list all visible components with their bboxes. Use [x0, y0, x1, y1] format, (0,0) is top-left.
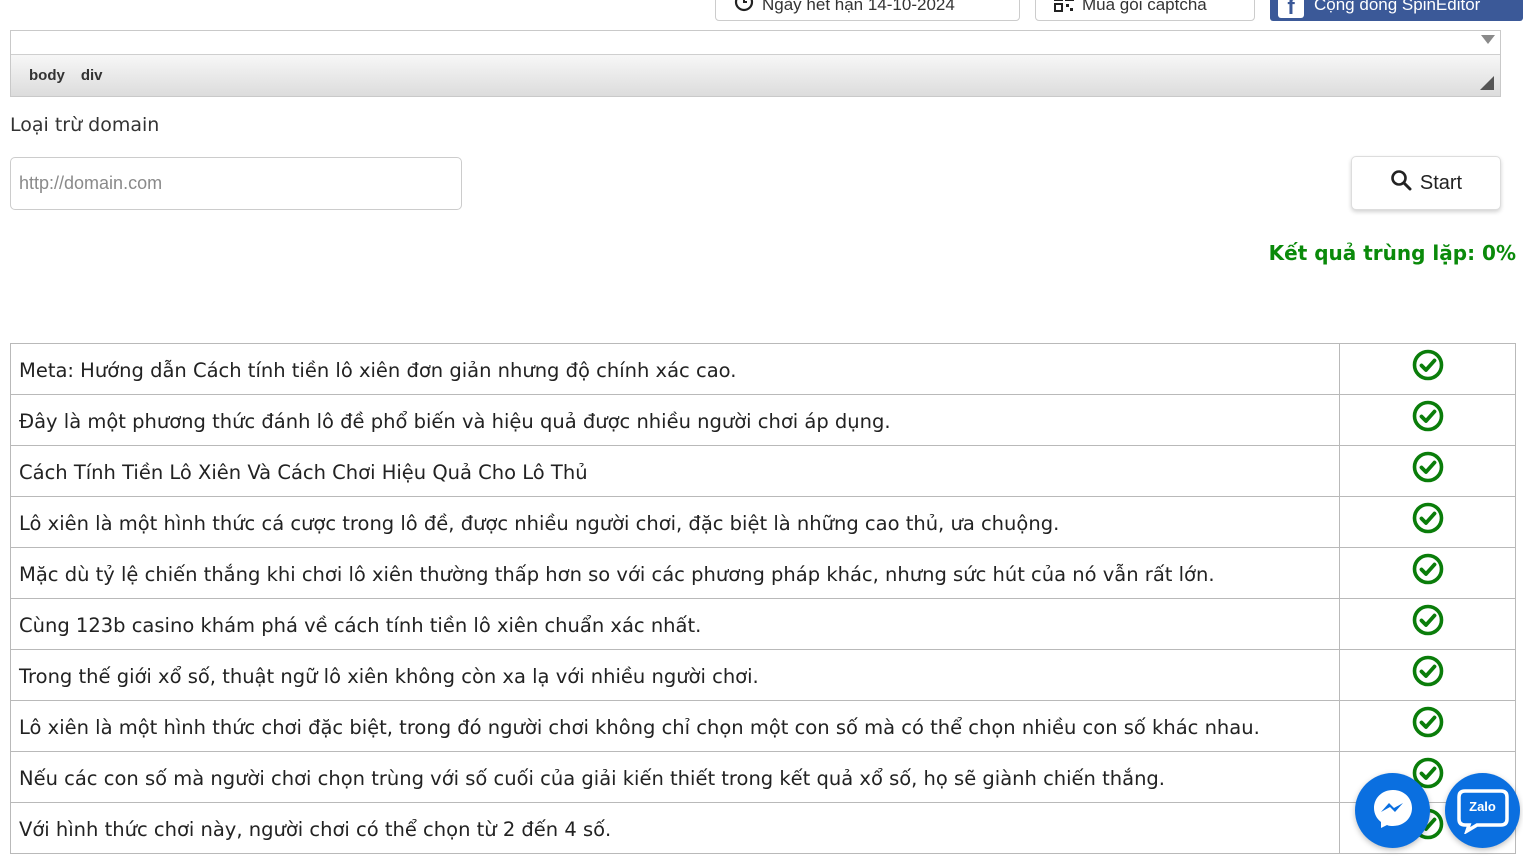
start-label: Start — [1419, 171, 1463, 194]
check-circle-icon — [1412, 451, 1444, 488]
sentence-cell: Đây là một phương thức đánh lô đề phổ bi… — [10, 394, 1340, 446]
start-button[interactable]: Start — [1351, 156, 1501, 210]
search-icon — [1390, 169, 1412, 197]
path-item-body[interactable]: body — [29, 67, 65, 84]
table-row: Trong thế giới xổ số, thuật ngữ lô xiên … — [10, 649, 1516, 701]
expiry-date-label: Ngày hết hạn 14-10-2024 — [762, 0, 955, 14]
table-row: Với hình thức chơi này, người chơi có th… — [10, 802, 1516, 854]
zalo-text: Zalo — [1469, 798, 1496, 814]
zalo-icon: Zalo — [1456, 788, 1509, 834]
check-circle-icon — [1412, 604, 1444, 641]
table-row: Cách Tính Tiền Lô Xiên Và Cách Chơi Hiệu… — [10, 445, 1516, 497]
duplicate-result: Kết quả trùng lặp: 0% — [1268, 241, 1516, 265]
sentence-cell: Trong thế giới xổ số, thuật ngữ lô xiên … — [10, 649, 1340, 701]
zalo-button[interactable]: Zalo — [1445, 773, 1520, 848]
status-cell — [1339, 343, 1516, 395]
sentence-cell: Cùng 123b casino khám phá về cách tính t… — [10, 598, 1340, 650]
resize-grip-icon[interactable] — [1480, 76, 1494, 90]
expiry-date-button[interactable]: Ngày hết hạn 14-10-2024 — [715, 0, 1020, 21]
editor-element-path: body div — [11, 54, 1500, 96]
status-cell — [1339, 598, 1516, 650]
status-cell — [1339, 547, 1516, 599]
scroll-down-arrow-icon[interactable] — [1481, 35, 1495, 44]
check-circle-icon — [1412, 349, 1444, 386]
table-row: Cùng 123b casino khám phá về cách tính t… — [10, 598, 1516, 650]
status-cell — [1339, 445, 1516, 497]
check-circle-icon — [1412, 655, 1444, 692]
check-circle-icon — [1412, 706, 1444, 743]
facebook-icon: f — [1278, 0, 1304, 18]
community-button[interactable]: f Cộng đồng SpinEditor — [1270, 0, 1523, 21]
status-cell — [1339, 394, 1516, 446]
results-table: Meta: Hướng dẫn Cách tính tiền lô xiên đ… — [10, 343, 1516, 854]
sentence-cell: Meta: Hướng dẫn Cách tính tiền lô xiên đ… — [10, 343, 1340, 395]
table-row: Nếu các con số mà người chơi chọn trùng … — [10, 751, 1516, 803]
buy-captcha-button[interactable]: Mua gói captcha — [1035, 0, 1255, 21]
check-circle-icon — [1412, 502, 1444, 539]
status-cell — [1339, 496, 1516, 548]
sentence-cell: Cách Tính Tiền Lô Xiên Và Cách Chơi Hiệu… — [10, 445, 1340, 497]
sentence-cell: Lô xiên là một hình thức cá cược trong l… — [10, 496, 1340, 548]
check-circle-icon — [1412, 400, 1444, 437]
table-row: Lô xiên là một hình thức chơi đặc biệt, … — [10, 700, 1516, 752]
status-cell — [1339, 700, 1516, 752]
community-label: Cộng đồng SpinEditor — [1314, 0, 1481, 14]
sentence-cell: Lô xiên là một hình thức chơi đặc biệt, … — [10, 700, 1340, 752]
table-row: Lô xiên là một hình thức cá cược trong l… — [10, 496, 1516, 548]
sentence-cell: Với hình thức chơi này, người chơi có th… — [10, 802, 1340, 854]
messenger-icon — [1371, 786, 1415, 835]
sentence-cell: Mặc dù tỷ lệ chiến thắng khi chơi lô xiê… — [10, 547, 1340, 599]
exclude-domain-input[interactable] — [10, 157, 462, 210]
exclude-domain-label: Loại trừ domain — [10, 114, 160, 136]
status-cell — [1339, 649, 1516, 701]
table-row: Mặc dù tỷ lệ chiến thắng khi chơi lô xiê… — [10, 547, 1516, 599]
clock-icon — [734, 0, 754, 17]
path-item-div[interactable]: div — [81, 67, 103, 84]
table-row: Đây là một phương thức đánh lô đề phổ bi… — [10, 394, 1516, 446]
text-editor[interactable]: body div — [10, 30, 1501, 97]
check-circle-icon — [1412, 553, 1444, 590]
table-row: Meta: Hướng dẫn Cách tính tiền lô xiên đ… — [10, 343, 1516, 395]
buy-captcha-label: Mua gói captcha — [1082, 0, 1207, 14]
qrcode-icon — [1054, 0, 1074, 17]
sentence-cell: Nếu các con số mà người chơi chọn trùng … — [10, 751, 1340, 803]
messenger-button[interactable] — [1355, 773, 1430, 848]
